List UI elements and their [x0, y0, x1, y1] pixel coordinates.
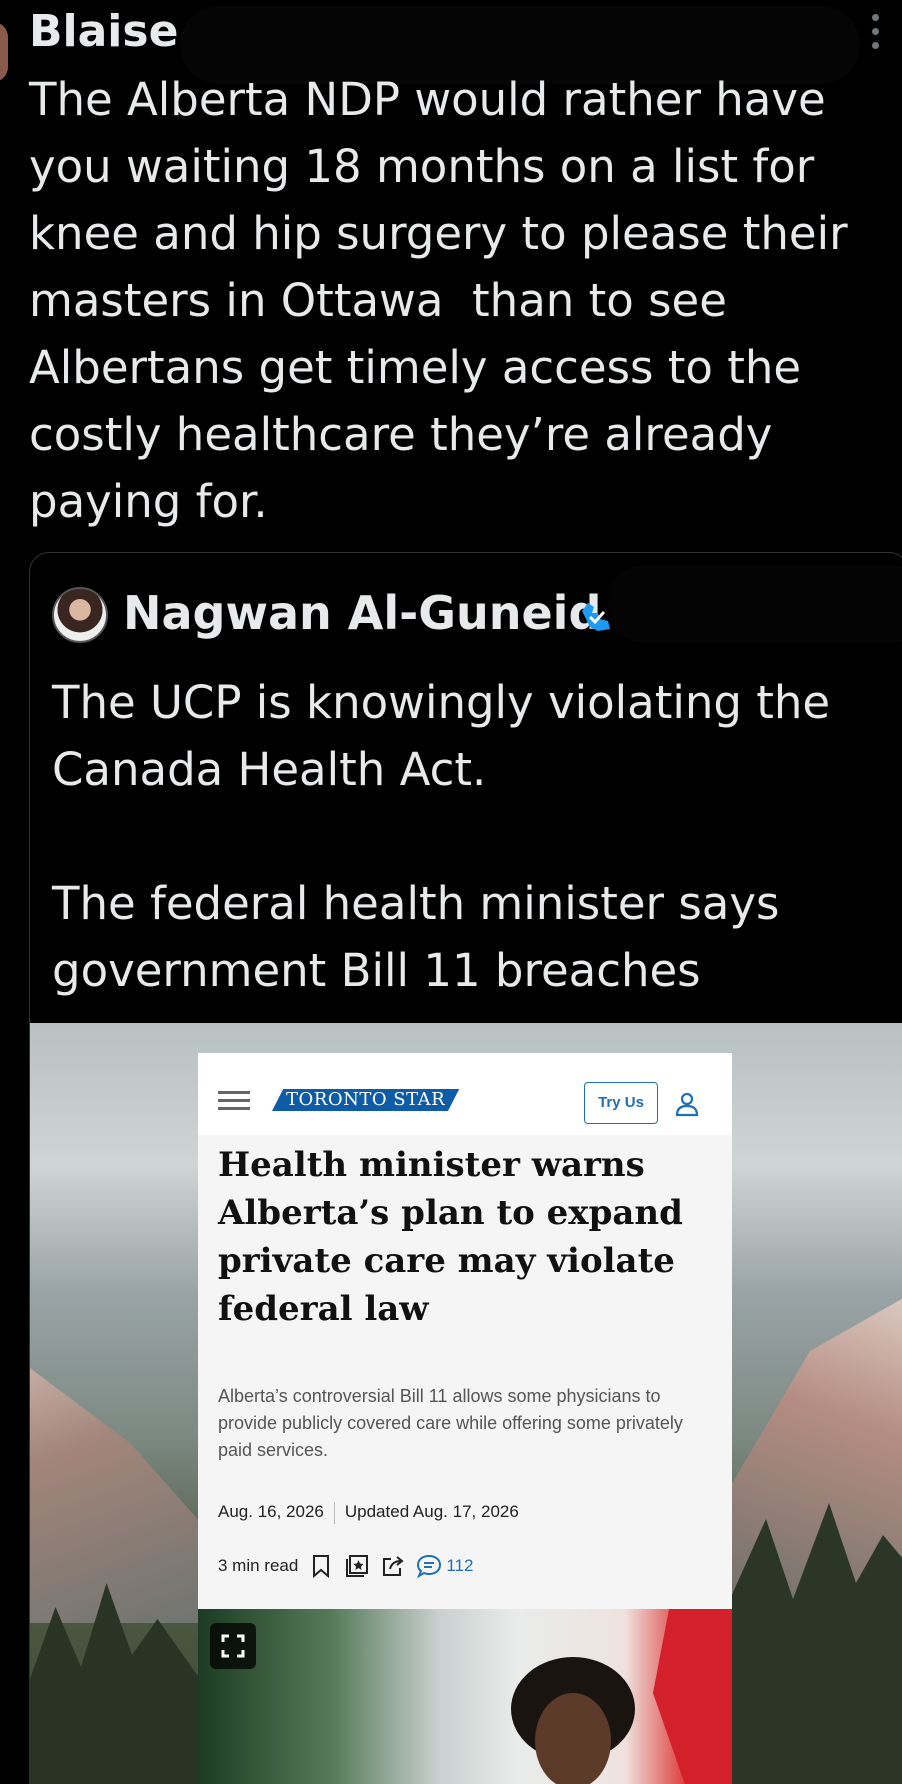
gift-icon	[346, 1555, 369, 1577]
article-dates: Aug. 16, 2026 Updated Aug. 17, 2026	[218, 1502, 519, 1524]
expand-icon	[210, 1623, 256, 1669]
updated-date: Updated Aug. 17, 2026	[344, 1502, 519, 1521]
article-meta: 3 min read 112	[218, 1553, 473, 1579]
mountain-left	[30, 1353, 210, 1623]
read-time: 3 min read	[218, 1556, 299, 1575]
article-screenshot: TORONTO STAR Try Us Health minister warn…	[198, 1053, 732, 1784]
divider	[333, 1502, 335, 1524]
comment-count: 112	[446, 1556, 474, 1575]
article-header: TORONTO STAR Try Us	[198, 1053, 732, 1135]
try-us-button: Try Us	[584, 1082, 658, 1124]
quote-text: The UCP is knowingly violating the Canad…	[52, 676, 831, 1064]
published-date: Aug. 16, 2026	[218, 1502, 324, 1521]
post-author[interactable]: Blaise	[29, 6, 178, 57]
quoted-post[interactable]: Nagwan Al-Guneid The UCP is knowingly vi…	[29, 552, 902, 1784]
media-image[interactable]: TORONTO STAR Try Us Health minister warn…	[30, 1023, 902, 1784]
quote-avatar[interactable]	[52, 587, 108, 643]
comment-icon	[417, 1554, 442, 1579]
bookmark-icon	[313, 1555, 330, 1579]
redacted-area	[608, 565, 902, 643]
person-photo	[511, 1657, 635, 1784]
more-icon[interactable]	[868, 14, 882, 58]
post-text: The Alberta NDP would rather have you wa…	[29, 73, 862, 528]
share-icon	[383, 1556, 404, 1576]
publication-logo: TORONTO STAR	[272, 1089, 460, 1111]
article-photo	[198, 1609, 732, 1784]
article-dek: Alberta’s controversial Bill 11 allows s…	[218, 1386, 683, 1460]
flag	[653, 1609, 732, 1784]
avatar[interactable]	[0, 22, 8, 82]
user-icon	[675, 1092, 699, 1117]
article-headline: Health minister warns Alberta’s plan to …	[218, 1145, 683, 1329]
quote-author[interactable]: Nagwan Al-Guneid	[123, 586, 601, 640]
menu-icon	[218, 1091, 250, 1111]
